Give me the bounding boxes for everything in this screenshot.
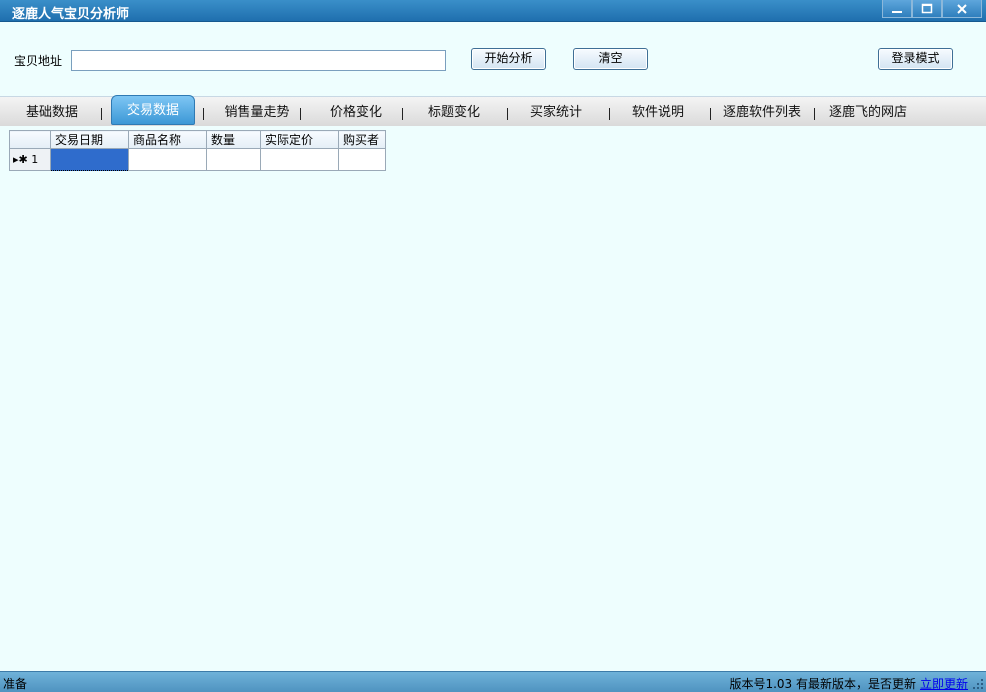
window-title: 逐鹿人气宝贝分析师 [12, 7, 130, 22]
trade-data-grid[interactable]: 交易日期 商品名称 数量 实际定价 购买者 ▸✱ 1 [9, 130, 386, 171]
grid-header-row: 交易日期 商品名称 数量 实际定价 购买者 [9, 130, 386, 149]
window-controls [882, 0, 982, 18]
start-analysis-button[interactable]: 开始分析 [471, 48, 546, 70]
tab-separator [101, 108, 102, 120]
tab-strip: 基础数据 交易数据 销售量走势 价格变化 标题变化 买家统计 软件说明 逐鹿软件… [0, 95, 986, 126]
tab-separator [402, 108, 403, 120]
tab-online-shop[interactable]: 逐鹿飞的网店 [825, 102, 911, 124]
version-text: 版本号1.03 有最新版本，是否更新 [729, 677, 916, 691]
minimize-icon [892, 10, 902, 13]
url-input[interactable] [71, 50, 446, 71]
tab-separator [814, 108, 815, 120]
tab-trade-data[interactable]: 交易数据 [111, 95, 195, 125]
column-header-quantity[interactable]: 数量 [206, 130, 261, 149]
cell-trade-date[interactable] [50, 148, 129, 171]
tab-sales-trend[interactable]: 销售量走势 [218, 102, 296, 124]
minimize-button[interactable] [882, 0, 912, 18]
column-header-actual-price[interactable]: 实际定价 [260, 130, 339, 149]
tab-basic-data[interactable]: 基础数据 [18, 102, 86, 124]
tab-price-change[interactable]: 价格变化 [322, 102, 390, 124]
resize-grip-icon[interactable] [972, 678, 984, 690]
trade-data-panel: 交易日期 商品名称 数量 实际定价 购买者 ▸✱ 1 [0, 126, 986, 671]
status-bar: 准备 版本号1.03 有最新版本，是否更新 立即更新 [0, 671, 986, 692]
title-bar[interactable]: 逐鹿人气宝贝分析师 [0, 0, 986, 22]
tab-separator [507, 108, 508, 120]
table-row[interactable]: ▸✱ 1 [9, 148, 386, 171]
url-label: 宝贝地址 [14, 54, 63, 68]
close-icon [957, 3, 967, 14]
login-mode-button[interactable]: 登录模式 [878, 48, 953, 70]
column-header-trade-date[interactable]: 交易日期 [50, 130, 129, 149]
cell-quantity[interactable] [206, 148, 261, 171]
toolbar: 宝贝地址 开始分析 清空 登录模式 [0, 23, 986, 95]
tab-title-change[interactable]: 标题变化 [420, 102, 488, 124]
cell-actual-price[interactable] [260, 148, 339, 171]
version-status: 版本号1.03 有最新版本，是否更新 立即更新 [729, 675, 968, 692]
clear-button[interactable]: 清空 [573, 48, 648, 70]
column-header-buyer[interactable]: 购买者 [338, 130, 386, 149]
tab-software-info[interactable]: 软件说明 [624, 102, 692, 124]
maximize-icon [921, 3, 933, 13]
tab-separator [203, 108, 204, 120]
cell-product-name[interactable] [128, 148, 207, 171]
maximize-button[interactable] [912, 0, 942, 18]
row-header-new-row[interactable]: ▸✱ 1 [9, 148, 51, 171]
close-button[interactable] [942, 0, 982, 18]
tab-separator [300, 108, 301, 120]
cell-buyer[interactable] [338, 148, 386, 171]
grid-corner-header [9, 130, 51, 149]
status-text: 准备 [3, 677, 28, 691]
tab-separator [609, 108, 610, 120]
tab-buyer-stats[interactable]: 买家统计 [522, 102, 590, 124]
tab-separator [710, 108, 711, 120]
update-now-link[interactable]: 立即更新 [920, 677, 968, 691]
tab-software-list[interactable]: 逐鹿软件列表 [719, 102, 805, 124]
column-header-product-name[interactable]: 商品名称 [128, 130, 207, 149]
